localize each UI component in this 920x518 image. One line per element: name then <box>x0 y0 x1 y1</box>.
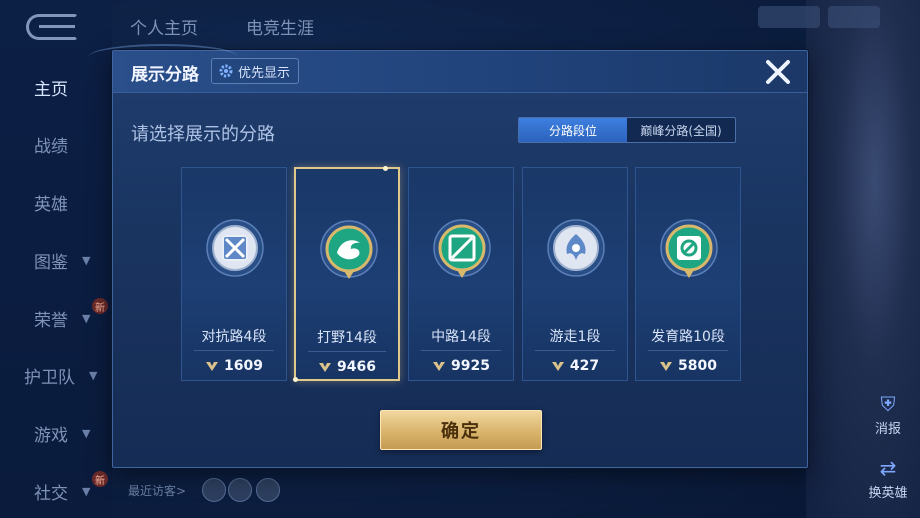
shield-icon: ⛨ <box>880 392 896 416</box>
ranking-type-toggle: 分路段位 巅峰分路(全国) <box>518 117 736 143</box>
mid-lane-icon <box>433 219 491 278</box>
select-lane-prompt: 请选择展示的分路 <box>131 124 275 145</box>
lane-rank-label: 发育路10段 <box>651 329 725 345</box>
lane-score-row: 9925 <box>409 356 513 376</box>
change-hero-button[interactable]: ⇄ 换英雄 <box>862 456 914 501</box>
sidebar-item-label: 英雄 <box>34 194 68 215</box>
lane-score: 1609 <box>224 358 263 374</box>
lane-score-row: 427 <box>523 356 627 376</box>
sidebar-item-home[interactable]: 主页 <box>0 67 112 107</box>
sidebar-item-social[interactable]: 社交 ▼ 新 <box>0 471 112 511</box>
lane-score: 9466 <box>337 359 376 375</box>
chevron-down-icon: ▼ <box>82 311 91 325</box>
farm-lane-icon <box>660 219 718 278</box>
lane-rank-label: 对抗路4段 <box>201 329 267 345</box>
card-divider <box>308 351 386 352</box>
card-divider <box>421 350 501 351</box>
card-divider <box>648 350 728 351</box>
sidebar-item-record[interactable]: 战绩 <box>0 124 112 164</box>
lane-card-roam[interactable]: 游走1段 427 <box>522 167 628 381</box>
card-divider <box>194 350 274 351</box>
change-hero-label: 换英雄 <box>868 486 908 501</box>
close-button[interactable] <box>761 55 795 89</box>
lane-score: 427 <box>569 358 600 374</box>
sidebar-item-guard[interactable]: 护卫队 ▼ <box>0 355 112 395</box>
lane-score-row: 5800 <box>636 356 740 376</box>
sidebar-item-codex[interactable]: 图鉴 ▼ <box>0 240 112 280</box>
selection-corner <box>383 166 388 171</box>
roam-icon <box>547 219 605 277</box>
chevron-down-icon: ▼ <box>82 253 91 267</box>
sidebar-item-label: 战绩 <box>34 136 68 157</box>
sidebar-item-heroes[interactable]: 英雄 <box>0 182 112 222</box>
swap-hero-icon: ⇄ <box>879 456 897 480</box>
lane-rank-label: 中路14段 <box>431 329 491 345</box>
toggle-peak-lane-national[interactable]: 巅峰分路(全国) <box>627 118 735 142</box>
lane-score-row: 1609 <box>182 356 286 376</box>
tab-profile[interactable]: 个人主页 <box>130 14 198 39</box>
settings-chip[interactable] <box>828 6 880 28</box>
rank-score-icon <box>551 362 564 371</box>
sidebar-item-games[interactable]: 游戏 ▼ <box>0 413 112 453</box>
new-badge: 新 <box>92 471 108 487</box>
chevron-down-icon: ▼ <box>82 484 91 498</box>
sidebar-item-honor[interactable]: 荣誉 ▼ 新 <box>0 298 112 338</box>
hero-artwork <box>806 0 920 518</box>
sidebar-item-label: 护卫队 <box>24 367 75 388</box>
tab-esports-career[interactable]: 电竞生涯 <box>246 14 314 39</box>
report-label: 消报 <box>874 422 901 437</box>
lane-display-dialog: 展示分路 优先显示 请选择展示的分路 分路段位 巅峰分路(全国) 对抗路4段 1… <box>112 50 808 468</box>
sidebar-item-label: 图鉴 <box>34 252 68 273</box>
avatar[interactable] <box>202 478 226 502</box>
sidebar-item-label: 主页 <box>34 79 68 100</box>
lane-rank-label: 游走1段 <box>549 329 601 345</box>
sidebar-item-label: 社交 <box>34 483 68 504</box>
selection-corner <box>293 377 298 382</box>
sidebar-item-label: 荣誉 <box>34 310 68 331</box>
decorative-swirl <box>88 44 238 70</box>
lane-card-mid[interactable]: 中路14段 9925 <box>408 167 514 381</box>
lane-score: 9925 <box>451 358 490 374</box>
rank-score-icon <box>433 362 446 371</box>
chevron-down-icon: ▼ <box>82 426 91 440</box>
back-icon[interactable] <box>26 14 78 40</box>
lane-card-farm[interactable]: 发育路10段 5800 <box>635 167 741 381</box>
lane-card-clash[interactable]: 对抗路4段 1609 <box>181 167 287 381</box>
lane-score: 5800 <box>678 358 717 374</box>
recent-visitors-link[interactable]: 最近访客> <box>128 482 186 499</box>
status-chip <box>758 6 820 28</box>
close-icon <box>766 60 790 84</box>
rank-score-icon <box>660 362 673 371</box>
report-button[interactable]: ⛨ 消报 <box>862 392 914 437</box>
lane-rank-label: 打野14段 <box>317 330 377 346</box>
rank-score-icon <box>206 362 219 371</box>
lane-score-row: 9466 <box>296 357 398 377</box>
card-divider <box>535 350 615 351</box>
new-badge: 新 <box>92 298 108 314</box>
sidebar-item-label: 游戏 <box>34 425 68 446</box>
chevron-down-icon: ▼ <box>89 368 98 382</box>
avatar[interactable] <box>256 478 280 502</box>
toggle-lane-rank[interactable]: 分路段位 <box>519 118 627 142</box>
clash-lane-icon <box>206 219 264 277</box>
confirm-button[interactable]: 确定 <box>380 410 542 450</box>
rank-score-icon <box>319 363 332 372</box>
lane-card-jungle[interactable]: 打野14段 9466 <box>293 166 400 382</box>
avatar[interactable] <box>228 478 252 502</box>
priority-display-label: 优先显示 <box>238 65 291 81</box>
jungle-icon <box>320 220 378 279</box>
